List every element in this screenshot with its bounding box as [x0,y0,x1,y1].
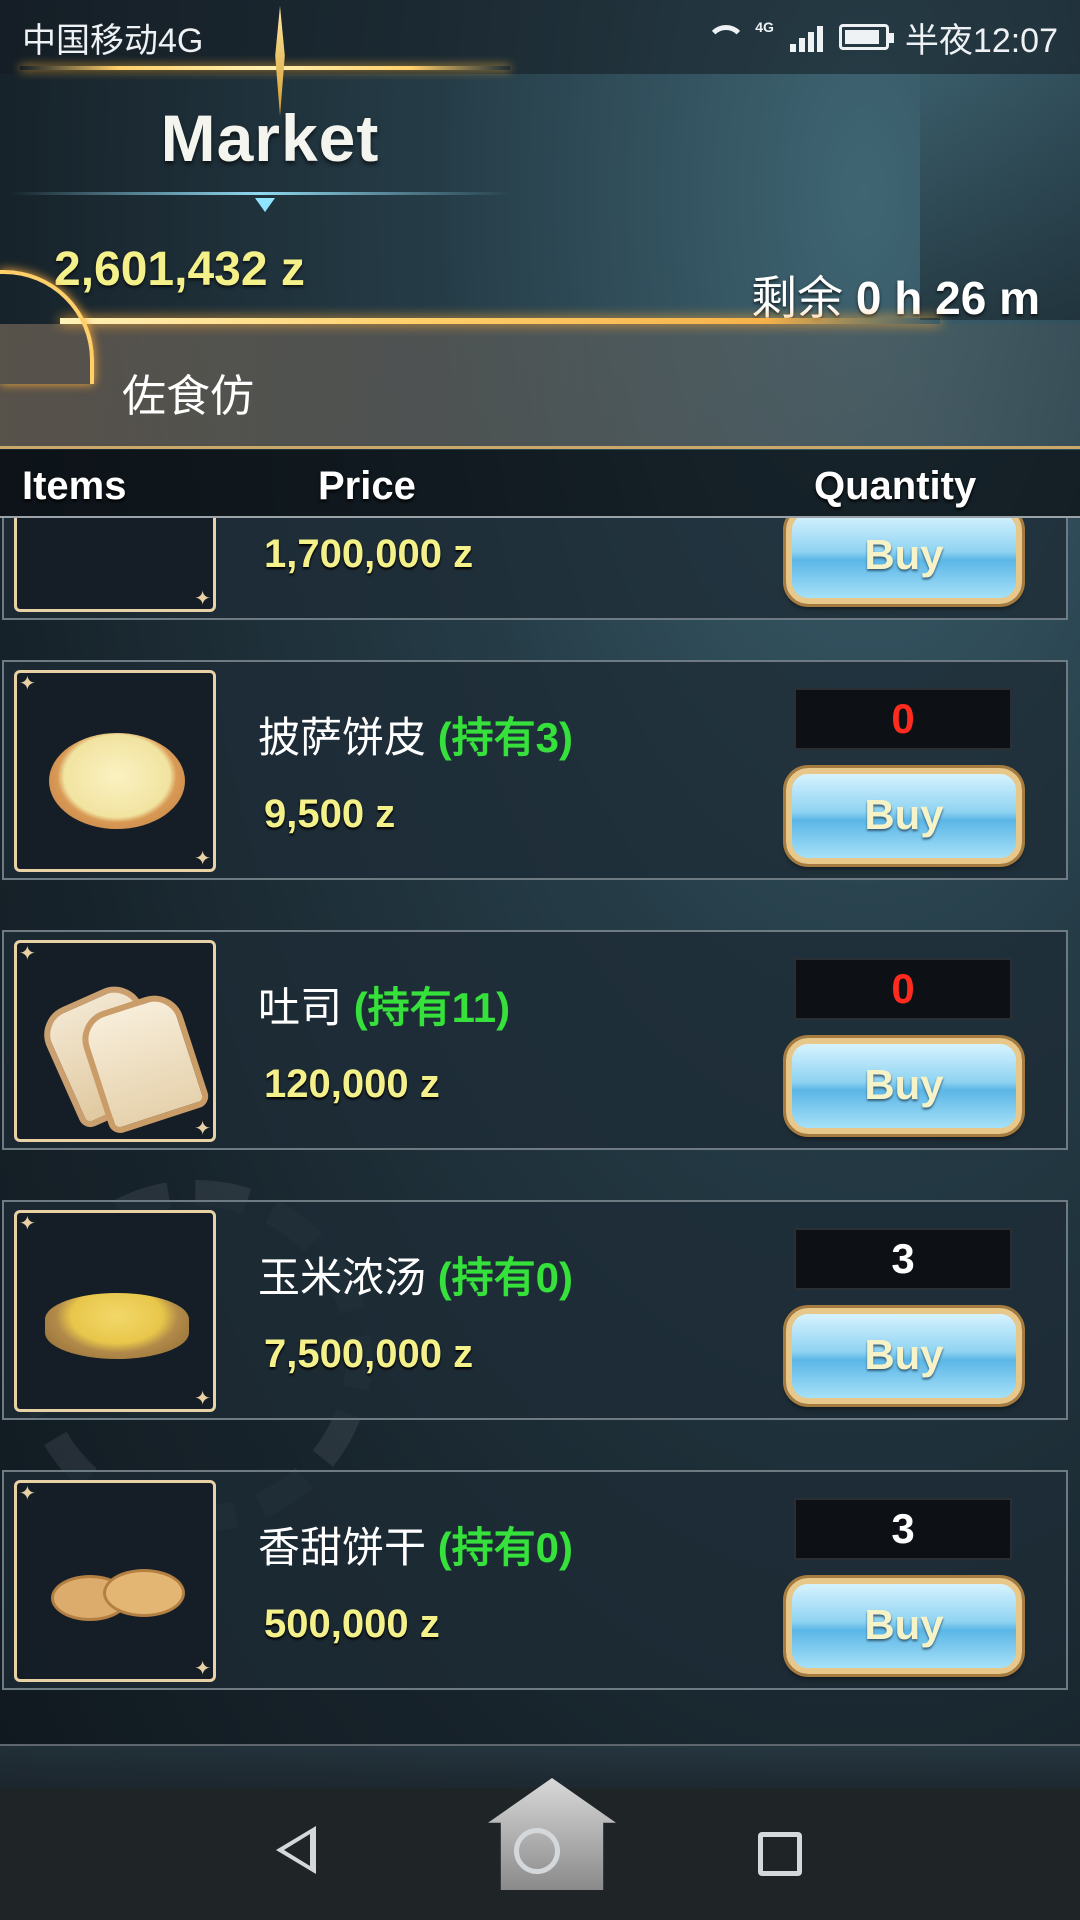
owned-count: (持有0) [437,1254,574,1301]
item-name-text: 玉米浓汤 [258,1254,427,1301]
corn-soup-icon [14,1210,216,1412]
buy-button[interactable]: Buy [786,1038,1022,1134]
quantity-field[interactable]: 0 [794,958,1012,1020]
item-name-text: 吐司 [258,984,343,1031]
item-name-text: 披萨饼皮 [258,714,427,761]
toast-icon [14,940,216,1142]
quantity-field[interactable]: 3 [794,1228,1012,1290]
pizza-crust-icon [14,670,216,872]
list-item: 披萨饼皮 (持有3) 9,500 z 0 Buy [2,660,1068,880]
quantity-field[interactable]: 3 [794,1498,1012,1560]
time-remaining-value: 0 h 26 m [855,272,1040,324]
buy-button[interactable]: Buy [786,1578,1022,1674]
list-item: 玉米浓汤 (持有0) 7,500,000 z 3 Buy [2,1200,1068,1420]
stick-item-icon [14,518,216,612]
quantity-field[interactable]: 0 [794,688,1012,750]
item-name: 吐司 (持有11) [258,974,510,1035]
gold-divider [60,318,940,324]
title-underline [10,192,510,195]
item-price: 500,000 z [264,1602,440,1646]
owned-count: (持有0) [437,1524,574,1571]
column-items: Items [22,464,127,508]
buy-button[interactable]: Buy [786,518,1022,604]
item-name-text: 香甜饼干 [258,1524,427,1571]
item-list[interactable]: 1,700,000 z Buy 披萨饼皮 (持有3) 9,500 z 0 Buy… [0,518,1080,1738]
carrier-label: 中国移动4G [22,21,204,60]
buy-button[interactable]: Buy [786,768,1022,864]
battery-icon [838,24,894,50]
item-price: 120,000 z [264,1062,440,1106]
owned-count: (持有3) [437,714,574,761]
cookie-icon [14,1480,216,1682]
currency-balance: 2,601,432 z [54,243,305,296]
list-item: 1,700,000 z Buy [2,518,1068,620]
item-name: 香甜饼干 (持有0) [258,1514,573,1575]
column-price: Price [318,464,416,508]
list-item: 香甜饼干 (持有0) 500,000 z 3 Buy [2,1470,1068,1690]
title-ornament [20,6,510,116]
time-remaining-prefix: 剩余 [751,272,844,324]
signal-icon [789,22,823,52]
item-price: 1,700,000 z [264,532,474,576]
column-headers: Items Price Quantity [0,450,1080,518]
column-quantity: Quantity [814,464,977,508]
clock: 半夜12:07 [904,21,1058,60]
page-title: Market [160,101,380,175]
wifi-icon [703,23,747,51]
item-name: 披萨饼皮 (持有3) [258,704,573,765]
home-icon[interactable] [514,1828,560,1874]
recent-apps-icon[interactable] [758,1832,802,1876]
owned-count: (持有11) [353,984,511,1031]
list-item: 吐司 (持有11) 120,000 z 0 Buy [2,930,1068,1150]
buy-button[interactable]: Buy [786,1308,1022,1404]
item-price: 7,500,000 z [264,1332,474,1376]
network-type-label: 4G [755,19,774,35]
item-name: 玉米浓汤 (持有0) [258,1244,573,1305]
gem-icon [255,198,275,212]
bottom-strip [0,1744,1080,1790]
shop-name: 佐食仿 [122,372,254,421]
item-price: 9,500 z [264,792,396,836]
back-icon[interactable] [276,1826,316,1874]
status-icons: 4G 半夜12:07 [703,13,1058,62]
